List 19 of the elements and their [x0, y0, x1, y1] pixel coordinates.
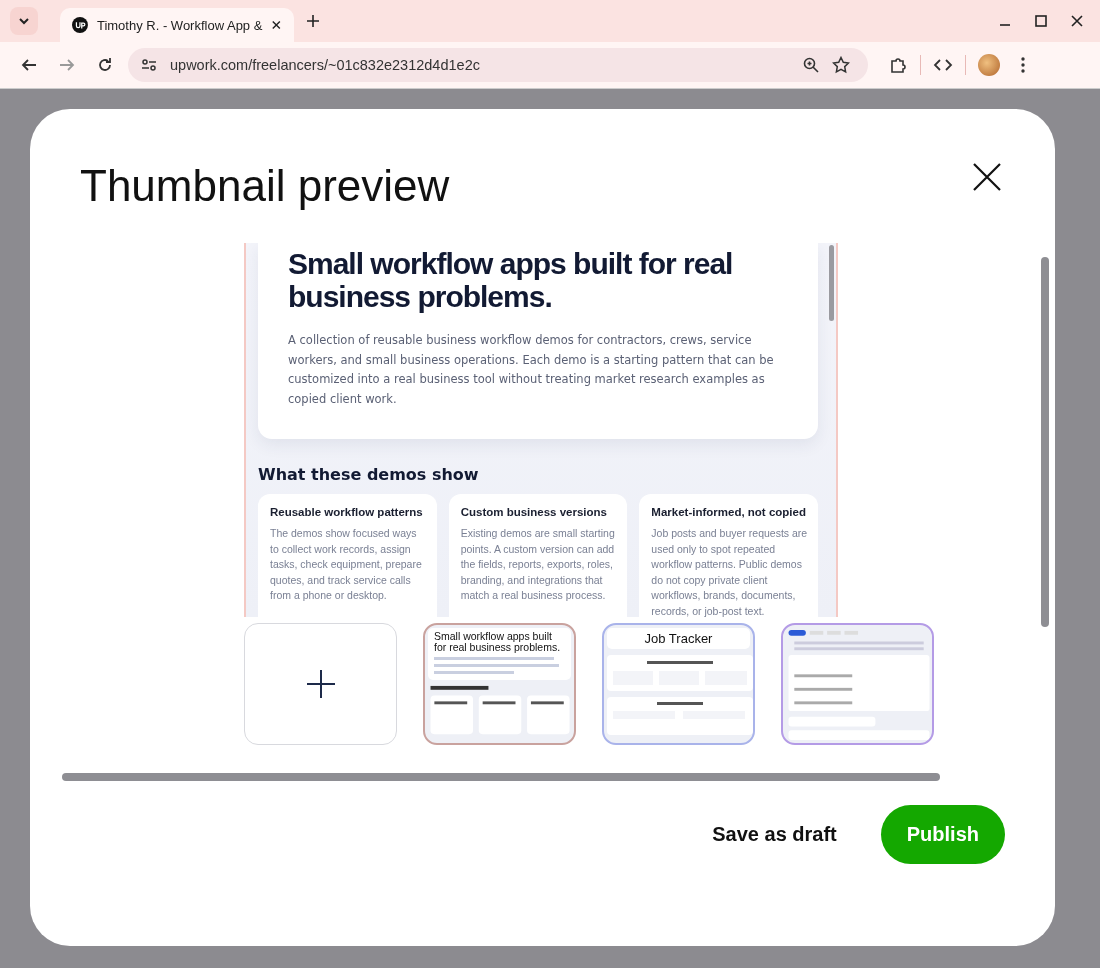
- hero-heading: Small workflow apps built for real business problems.: [288, 247, 734, 313]
- tab-title: Timothy R. - Workflow App &: [96, 17, 263, 33]
- browser-tab[interactable]: Timothy R. - Workflow App &: [60, 8, 294, 42]
- card-text: The demos show focused ways to collect work records, assign tasks, check equipment, prepare quotes, and track service calls from a phone or desktop.: [270, 526, 423, 603]
- modal-title: Thumbnail preview: [80, 161, 450, 211]
- card-text: Existing demos are small starting points. A custom version can add the fields, reports, exports, roles, branding, and integrations that match a real business process.: [460, 526, 616, 603]
- card-text: Job posts and buyer requests are used only to spot repeated workflow patterns. Public demos do not copy private client workflows, brands, documents, records, or job-post text.: [651, 526, 808, 618]
- card-title: Custom business versions: [460, 506, 608, 518]
- address-bar[interactable]: upwork.com/freelancers/~01c832e2312d4d1e2c: [128, 48, 868, 82]
- intro-text: A collection of reusable business workflow demos for contractors, crews, service workers, and small business operations. Each demo is a starting pattern that can be customized into a real business tool without treating market research examples as copied client work.: [288, 332, 775, 408]
- card-title: Market-informed, not copied: [651, 506, 807, 518]
- save-draft-button[interactable]: Save as draft: [690, 811, 859, 858]
- thumbnail-option[interactable]: Job Tracker: [602, 623, 755, 746]
- thumbnail-heading: Job Tracker: [644, 631, 713, 647]
- url-text: upwork.com/freelancers/~01c832e2312d4d1e2c: [170, 57, 480, 73]
- section-title: What these demos show: [258, 465, 480, 484]
- thumbnail-option[interactable]: Small workflow apps built for real business problems.: [423, 623, 576, 746]
- thumbnail-heading: Small workflow apps built for real business problems.: [434, 631, 562, 654]
- card-title: Reusable workflow patterns: [270, 506, 424, 518]
